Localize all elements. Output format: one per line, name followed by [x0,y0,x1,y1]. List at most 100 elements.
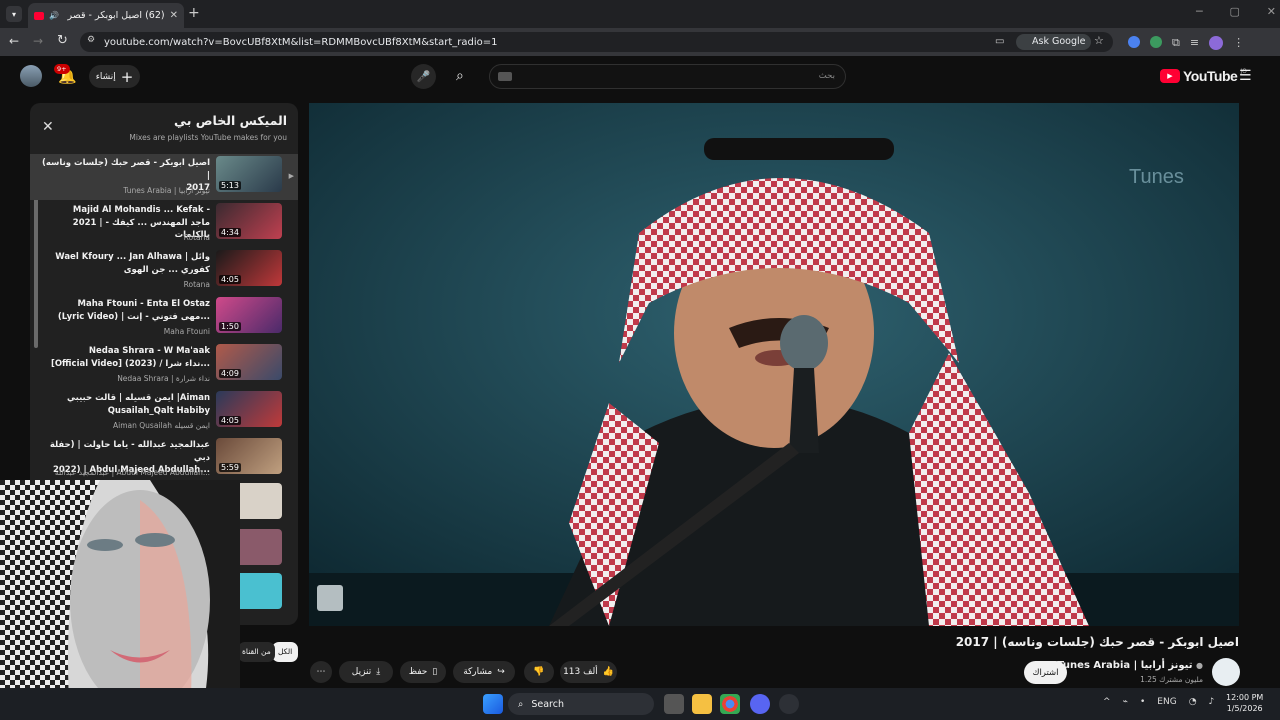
playlist-item[interactable]: 5:13 اصيل ابوبكر - قصر حبك (جلسات وناسه) … [30,154,298,200]
tab-search-icon[interactable]: ▾ [6,6,22,22]
playlist-item[interactable]: 5:59 عبدالمجيد عبدالله - ياما حاولت | (حف… [30,436,298,482]
task-view-icon[interactable] [664,694,684,714]
guide-menu-icon[interactable]: ☰ [1239,68,1252,84]
forward-icon[interactable]: → [33,34,43,48]
playlist-item-title: Maha Ftouni - Enta El Ostaz (Lyric Video… [57,299,210,322]
network-icon[interactable]: ⌁ [1123,697,1128,707]
channel-name[interactable]: Tunes Arabia | تيونز أرابيا ● [1057,660,1203,671]
search-placeholder: بحث [818,71,835,81]
video-thumbnail[interactable]: 4:05 [216,250,282,286]
site-info-icon[interactable]: ⚙ [87,35,95,45]
discord-icon[interactable] [750,694,770,714]
microphone-icon: 🎤 [416,70,431,83]
duration-badge: 4:05 [219,275,241,284]
playlist-item[interactable]: 4:05 Wael Kfoury ... Jan Alhawa | وائل كف… [30,248,298,294]
wifi-icon[interactable]: ◔ [1189,697,1197,707]
language-indicator[interactable]: ENG [1157,697,1176,707]
maximize-icon[interactable]: ▢ [1230,5,1240,18]
extensions-puzzle-icon[interactable]: ⧉ [1172,36,1180,50]
window-controls: ─ ▢ ✕ [1196,5,1276,18]
notifications-button[interactable]: 🔔 9+ [54,64,78,86]
more-actions-button[interactable]: ⋯ [310,661,332,683]
like-button[interactable]: 113 ألف 👍 [560,661,617,683]
voice-search-button[interactable]: 🎤 [411,64,436,89]
tray-chevron-icon[interactable]: ^ [1103,697,1111,707]
browser-tab-strip: ▾ 🔊 (62) اصيل ابوبكر - قصر حبك ✕ + ─ ▢ ✕ [0,0,1280,28]
youtube-logo[interactable]: ▶ YouTube JO [1160,68,1247,84]
tab-close-icon[interactable]: ✕ [170,10,178,21]
playlist-item[interactable]: 4:05 ايمن قسيله | قالت حبيبي |Aiman Qusai… [30,389,298,435]
video-thumbnail[interactable]: 1:50 [216,297,282,333]
save-button[interactable]: حفظ ▯ [400,661,446,683]
video-thumbnail[interactable]: 4:34 [216,203,282,239]
search-icon[interactable]: ⌕ [456,68,464,84]
extension-icon[interactable] [1150,36,1162,48]
chip-all[interactable]: الكل [272,642,299,662]
playlist-title: الميكس الخاص بي [174,113,287,128]
download-button[interactable]: تنزيل ⤓ [339,661,393,683]
clock[interactable]: 12:00 PM 1/5/2026 [1226,692,1263,714]
thumbs-up-icon: 👍 [602,667,614,677]
playlist-item[interactable]: 4:34 Majid Al Mohandis ... Kefak - 2021 |… [30,201,298,247]
ask-google-button[interactable]: Ask Google [1016,34,1092,50]
youtube-play-logo-icon: ▶ [1160,69,1180,83]
volume-icon[interactable]: ♪ [1209,697,1215,707]
now-playing-icon: ▶ [288,172,294,180]
subscribe-button[interactable]: اشتراك [1024,661,1067,684]
system-tray: ^ ⌁ • ENG ◔ ♪ [1103,697,1214,707]
overlay-image [0,480,240,720]
duration-badge: 4:09 [219,369,241,378]
playlist-item-channel: عبدالمجيد عبدالله | Abdul Majeed Abdulla… [54,468,210,477]
reading-list-icon[interactable]: ≡ [1190,36,1199,50]
thumbs-down-icon: 👎 [533,667,545,677]
video-thumbnail[interactable]: 4:05 [216,391,282,427]
video-player[interactable]: Tunes [309,103,1239,626]
dislike-button[interactable]: 👎 [524,661,554,683]
duration-badge: 1:50 [219,322,241,331]
audio-playing-icon[interactable]: 🔊 [49,11,59,20]
chrome-icon[interactable] [720,694,740,714]
cast-icon[interactable]: ▭ [995,36,1004,47]
search-icon: ⌕ [518,698,524,710]
extension-icon[interactable] [1128,36,1140,48]
address-text: youtube.com/watch?v=BovcUBf8XtM&list=RDM… [104,36,498,48]
minimize-icon[interactable]: ─ [1196,5,1203,18]
account-avatar[interactable] [20,65,42,87]
verified-icon: ● [1196,661,1203,670]
window-close-icon[interactable]: ✕ [1267,5,1276,18]
playlist-item-title: Wael Kfoury ... Jan Alhawa | وائل كفوري … [55,252,210,275]
tab-title: (62) اصيل ابوبكر - قصر حبك [64,10,165,21]
save-label: حفظ [408,667,428,677]
start-icon[interactable] [483,694,503,714]
profile-avatar-icon[interactable] [1209,36,1224,50]
app-icon[interactable] [779,694,799,714]
taskbar-search[interactable]: ⌕ Search [508,693,654,715]
new-tab-icon[interactable]: + [188,5,200,21]
playlist-item-channel: Rotana [183,233,210,242]
chrome-menu-icon[interactable]: ⋮ [1233,36,1244,50]
back-icon[interactable]: ← [9,34,19,48]
playlist-item[interactable]: 1:50 Maha Ftouni - Enta El Ostaz (Lyric V… [30,295,298,341]
playlist-item-channel: Tunes Arabia | تيونز أرابيا [123,186,210,195]
reload-icon[interactable]: ↻ [57,33,68,48]
channel-avatar[interactable] [1212,658,1240,686]
bookmark-star-icon[interactable]: ☆ [1094,34,1104,47]
playlist-item[interactable]: 4:09 Nedaa Shrara - W Ma'aak [Official Vi… [30,342,298,388]
keyboard-icon[interactable] [498,72,512,81]
video-thumbnail[interactable]: 5:13 [216,156,282,192]
youtube-favicon-icon [34,11,44,20]
share-button[interactable]: مشاركة ↪ [453,661,515,683]
video-thumbnail[interactable]: 4:09 [216,344,282,380]
portrait-image [0,480,240,720]
duration-badge: 5:59 [219,463,241,472]
close-playlist-icon[interactable]: ✕ [42,119,54,135]
browser-tab-active[interactable]: 🔊 (62) اصيل ابوبكر - قصر حبك ✕ [28,3,184,28]
mic-icon[interactable]: • [1140,697,1145,707]
search-input[interactable]: ⌕ بحث [456,64,846,89]
chip-from-channel[interactable]: من القناة [238,642,275,662]
subscriber-count: 1.25 مليون مشترك [1140,675,1203,684]
file-explorer-icon[interactable] [692,694,712,714]
video-thumbnail[interactable]: 5:59 [216,438,282,474]
create-button[interactable]: إنشاء + [89,65,140,88]
address-bar[interactable]: ⚙ youtube.com/watch?v=BovcUBf8XtM&list=R… [80,32,1113,52]
